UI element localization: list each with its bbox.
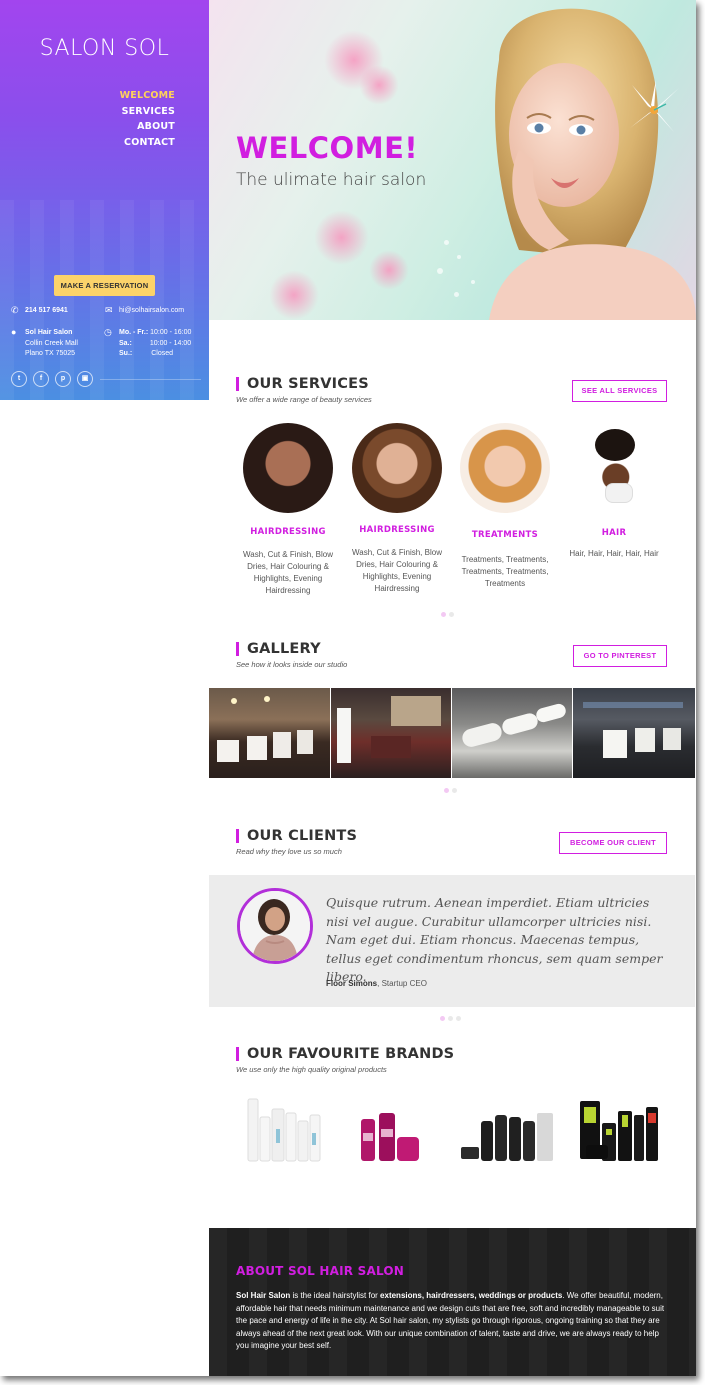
address-line-2: Plano TX 75025 [25,350,76,357]
gallery-image[interactable] [452,688,572,778]
page: SALON SOL WELCOME SERVICES ABOUT CONTACT… [0,0,696,1376]
phone-number[interactable]: 214 517 6941 [25,307,68,314]
clock-icon: ◷ [104,327,112,337]
go-to-pinterest-button[interactable]: GO TO PINTEREST [573,645,667,667]
brand-logo[interactable]: SALON SOL [0,36,209,61]
gallery-header: GALLERY See how it looks inside our stud… [236,642,347,669]
section-title: OUR FAVOURITE BRANDS [236,1047,454,1061]
client-avatar [237,888,313,964]
service-title: HAIRDRESSING [359,525,435,535]
section-subtitle: We offer a wide range of beauty services [236,395,372,404]
author-name: Floor Simons [326,979,378,988]
hero-model-photo [489,8,696,320]
address-line-1: Collin Creek Mall [25,339,78,347]
testimonial-author: Floor Simons, Startup CEO [326,979,427,988]
brand-product-image[interactable] [457,1093,557,1165]
author-role: , Startup CEO [377,979,427,988]
become-our-client-button[interactable]: BECOME OUR CLIENT [559,832,667,854]
about-text: Sol Hair Salon is the ideal hairstylist … [236,1290,668,1353]
divider [100,379,201,380]
make-reservation-button[interactable]: MAKE A RESERVATION [54,275,155,296]
about-text-lead: Sol Hair Salon [236,1291,291,1300]
service-title: TREATMENTS [471,530,539,540]
service-title: HAIRDRESSING [250,527,326,537]
service-description: Hair, Hair, Hair, Hair, Hair [569,549,659,558]
nav-item-welcome[interactable]: WELCOME [120,88,175,104]
about-title: ABOUT SOL HAIR SALON [236,1264,405,1278]
service-card[interactable]: TREATMENTS Treatments, Treatments, Treat… [450,423,560,590]
service-title: HAIR [601,528,627,538]
section-title: OUR SERVICES [236,377,372,391]
section-subtitle: We use only the high quality original pr… [236,1065,387,1074]
clients-carousel-dots[interactable] [440,1016,461,1021]
see-all-services-button[interactable]: SEE ALL SERVICES [572,380,667,402]
gallery-carousel-dots[interactable] [444,788,457,793]
opening-hours: Mo. - Fr.: 10:00 - 16:00 Sa.: 10:00 - 14:… [119,328,191,360]
sidebar: SALON SOL WELCOME SERVICES ABOUT CONTACT… [0,0,209,400]
service-image [243,423,333,513]
hours-day: Mo. - Fr.: [119,329,149,336]
gallery-image[interactable] [209,688,330,778]
brand-product-image[interactable] [355,1093,425,1165]
hours-time: 10:00 - 16:00 [150,329,192,336]
hours-time: Closed [151,350,174,357]
address: Sol Hair Salon Collin Creek Mall Plano T… [25,328,78,360]
clients-header: OUR CLIENTS Read why they love us so muc… [236,829,357,856]
sidebar-background-photo [0,200,209,400]
service-card[interactable]: HAIRDRESSING Wash, Cut & Finish, Blow Dr… [342,423,452,595]
services-carousel-dots[interactable] [441,612,454,617]
hero-subtitle: The ulimate hair salon [236,170,427,190]
service-description: Treatments, Treatments, Treatments, Trea… [461,555,549,588]
brand-product-image[interactable] [240,1093,330,1165]
service-card[interactable]: HAIR Hair, Hair, Hair, Hair, Hair [559,423,669,560]
email-link[interactable]: hi@solhairsalon.com [119,306,184,317]
hero-banner: WELCOME! The ulimate hair salon [209,0,696,320]
service-description: Wash, Cut & Finish, Blow Dries, Hair Col… [352,548,442,593]
location-pin-icon: ● [11,327,17,337]
nav-item-contact[interactable]: CONTACT [120,135,175,151]
about-section: ABOUT SOL HAIR SALON Sol Hair Salon is t… [209,1228,696,1376]
section-subtitle: Read why they love us so much [236,847,342,856]
about-text-highlight: extensions, hairdressers, weddings or pr… [380,1291,563,1300]
nav-item-services[interactable]: SERVICES [120,104,175,120]
services-header: OUR SERVICES We offer a wide range of be… [236,377,372,404]
phone-icon: ✆ [11,305,19,315]
service-image [352,423,442,513]
main-nav: WELCOME SERVICES ABOUT CONTACT [120,88,175,150]
instagram-icon[interactable]: ▣ [77,371,93,387]
section-title: GALLERY [236,642,347,656]
service-image [569,423,659,513]
nav-item-about[interactable]: ABOUT [120,119,175,135]
service-card[interactable]: HAIRDRESSING Wash, Cut & Finish, Blow Dr… [233,423,343,597]
hours-day: Su.: [119,350,133,357]
section-title: OUR CLIENTS [236,829,357,843]
mail-icon: ✉ [105,305,113,315]
hero-title: WELCOME! [236,131,419,165]
service-image [460,423,550,513]
pinterest-icon[interactable]: p [55,371,71,387]
hours-time: 10:00 - 14:00 [149,339,192,347]
service-description: Wash, Cut & Finish, Blow Dries, Hair Col… [243,550,333,595]
address-name: Sol Hair Salon [25,329,73,336]
hours-day: Sa.: [119,339,132,347]
twitter-icon[interactable]: t [11,371,27,387]
brands-header: OUR FAVOURITE BRANDS We use only the hig… [236,1047,454,1074]
facebook-icon[interactable]: f [33,371,49,387]
gallery-image[interactable] [573,688,695,778]
about-text-part: is the ideal hairstylist for [290,1291,381,1300]
brand-product-image[interactable] [576,1093,662,1165]
testimonial-quote: Quisque rutrum. Aenean imperdiet. Etiam … [326,895,663,984]
gallery-image[interactable] [331,688,451,778]
section-subtitle: See how it looks inside our studio [236,660,348,669]
